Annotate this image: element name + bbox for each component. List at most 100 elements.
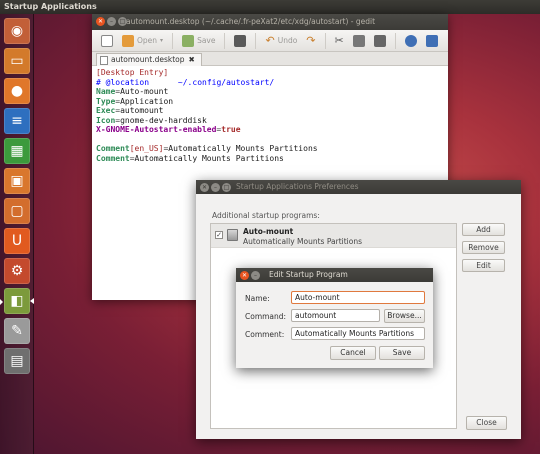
line-exec: Exec=automount	[96, 106, 164, 115]
close-icon[interactable]: ✕	[200, 183, 209, 192]
close-icon[interactable]: ✕	[240, 271, 249, 280]
line-comment-en-us: Comment[en_US]=Automatically Mounts Part…	[96, 144, 318, 153]
system-settings-icon: ⚙	[10, 263, 24, 279]
toolbar-separator	[324, 32, 326, 49]
line-type: Type=Application	[96, 96, 174, 106]
harddisk-icon	[227, 229, 238, 241]
undo-label: Undo	[277, 36, 298, 45]
launcher-gedit[interactable]: ✎	[4, 318, 30, 344]
libreoffice-calc-icon: ▦	[10, 143, 24, 159]
edit-button[interactable]: Edit	[462, 259, 505, 272]
line-autostart: X-GNOME-Autostart-enabled=true	[96, 125, 241, 134]
location-comment: # @location ~/.config/autostart/	[96, 77, 275, 87]
program-name: Auto-mount	[243, 227, 294, 236]
toolbar-separator	[255, 32, 257, 49]
add-button[interactable]: Add	[462, 223, 505, 236]
launcher-system-settings[interactable]: ⚙	[4, 258, 30, 284]
launcher-libreoffice-calc[interactable]: ▦	[4, 138, 30, 164]
browse-button[interactable]: Browse...	[384, 309, 425, 323]
close-button[interactable]: Close	[466, 416, 507, 430]
command-label: Command:	[245, 312, 287, 321]
startup-programs-label: Additional startup programs:	[212, 211, 320, 220]
files-icon: ▭	[10, 53, 24, 69]
launcher-files[interactable]: ▭	[4, 48, 30, 74]
save-button[interactable]: Save	[379, 346, 425, 360]
undo-icon: ↶	[265, 34, 275, 47]
new-document-icon	[101, 34, 113, 47]
chevron-down-icon[interactable]: ▾	[160, 37, 163, 44]
search-icon	[404, 34, 417, 47]
list-item[interactable]: ✓ Auto-mount Automatically Mounts Partit…	[211, 224, 456, 248]
launcher-software-center[interactable]: ▢	[4, 198, 30, 224]
program-comment: Automatically Mounts Partitions	[243, 237, 363, 246]
edit-dialog-titlebar[interactable]: ✕ – Edit Startup Program	[236, 268, 433, 282]
minimize-icon[interactable]: –	[211, 183, 220, 192]
find-button[interactable]	[402, 32, 420, 50]
close-tab-icon[interactable]: ✖	[189, 54, 195, 66]
cut-icon: ✂	[334, 34, 344, 47]
document-icon	[100, 56, 108, 65]
gedit-icon: ✎	[11, 323, 23, 339]
open-button[interactable]: Open ▾	[119, 32, 166, 50]
gedit-titlebar[interactable]: ✕ – □ automount.desktop (~/.cache/.fr-pe…	[92, 14, 448, 30]
prefs-titlebar[interactable]: ✕ – □ Startup Applications Preferences	[196, 180, 521, 194]
software-center-icon: ▢	[10, 203, 24, 219]
tab-automount-desktop[interactable]: automount.desktop ✖	[96, 53, 202, 66]
launcher-dash-home[interactable]: ◉	[4, 18, 30, 44]
toolbar-separator	[394, 32, 396, 49]
enabled-checkbox[interactable]: ✓	[215, 231, 223, 239]
gedit-toolbar: Open ▾ Save ↶ Undo ↷ ✂	[92, 30, 448, 52]
close-icon[interactable]: ✕	[96, 17, 105, 26]
line-comment: Comment=Automatically Mounts Partitions	[96, 153, 284, 163]
gedit-tabbar: automount.desktop ✖	[92, 52, 448, 66]
toolbar-separator	[172, 32, 174, 49]
remove-button[interactable]: Remove	[462, 241, 505, 254]
launcher: ◉ ▭ ● ≡ ▦ ▣ ▢ U ⚙ ◧ ✎ ▤	[0, 14, 34, 454]
maximize-icon[interactable]: □	[222, 183, 231, 192]
line-icon: Icon=gnome-dev-harddisk	[96, 115, 207, 125]
open-label: Open	[137, 36, 158, 45]
line-name: Name=Auto-mount	[96, 87, 169, 96]
redo-button[interactable]: ↷	[303, 32, 318, 50]
maximize-icon[interactable]: □	[118, 17, 127, 26]
undo-button[interactable]: ↶ Undo	[262, 32, 300, 50]
tab-label: automount.desktop	[111, 55, 185, 64]
copy-button[interactable]	[350, 32, 368, 50]
comment-field[interactable]	[291, 327, 425, 340]
top-panel: Startup Applications	[0, 0, 540, 14]
firefox-icon: ●	[10, 83, 24, 99]
gedit-title: automount.desktop (~/.cache/.fr-peXat2/e…	[126, 17, 376, 26]
replace-button[interactable]	[423, 32, 441, 50]
dash-home-icon: ◉	[10, 23, 24, 39]
save-icon	[182, 34, 195, 47]
cut-button[interactable]: ✂	[332, 32, 347, 50]
command-field[interactable]	[291, 309, 380, 322]
minimize-icon[interactable]: –	[107, 17, 116, 26]
print-icon	[234, 34, 247, 47]
launcher-startup-applications[interactable]: ◧	[0, 288, 34, 314]
launcher-libreoffice-writer[interactable]: ≡	[4, 108, 30, 134]
section-header: [Desktop Entry]	[96, 68, 169, 77]
libreoffice-writer-icon: ≡	[11, 113, 23, 129]
startup-applications-icon: ◧	[10, 293, 24, 309]
minimize-icon[interactable]: –	[251, 271, 260, 280]
prefs-title: Startup Applications Preferences	[236, 182, 359, 191]
edit-dialog-title: Edit Startup Program	[269, 270, 348, 279]
launcher-firefox[interactable]: ●	[4, 78, 30, 104]
new-document-button[interactable]	[98, 32, 116, 50]
save-label: Save	[197, 36, 216, 45]
launcher-workspace-switcher[interactable]: ▤	[4, 348, 30, 374]
cancel-button[interactable]: Cancel	[330, 346, 376, 360]
workspace-switcher-icon: ▤	[10, 353, 24, 369]
active-app-title: Startup Applications	[4, 2, 97, 11]
print-button[interactable]	[231, 32, 249, 50]
launcher-ubuntu-one[interactable]: U	[4, 228, 30, 254]
replace-icon	[425, 34, 438, 47]
launcher-libreoffice-impress[interactable]: ▣	[4, 168, 30, 194]
paste-button[interactable]	[371, 32, 389, 50]
name-field[interactable]	[291, 291, 425, 304]
edit-startup-program-dialog: ✕ – Edit Startup Program Name: Command: …	[236, 268, 433, 368]
name-label: Name:	[245, 294, 270, 303]
save-button[interactable]: Save	[179, 32, 218, 50]
folder-icon	[122, 34, 134, 47]
